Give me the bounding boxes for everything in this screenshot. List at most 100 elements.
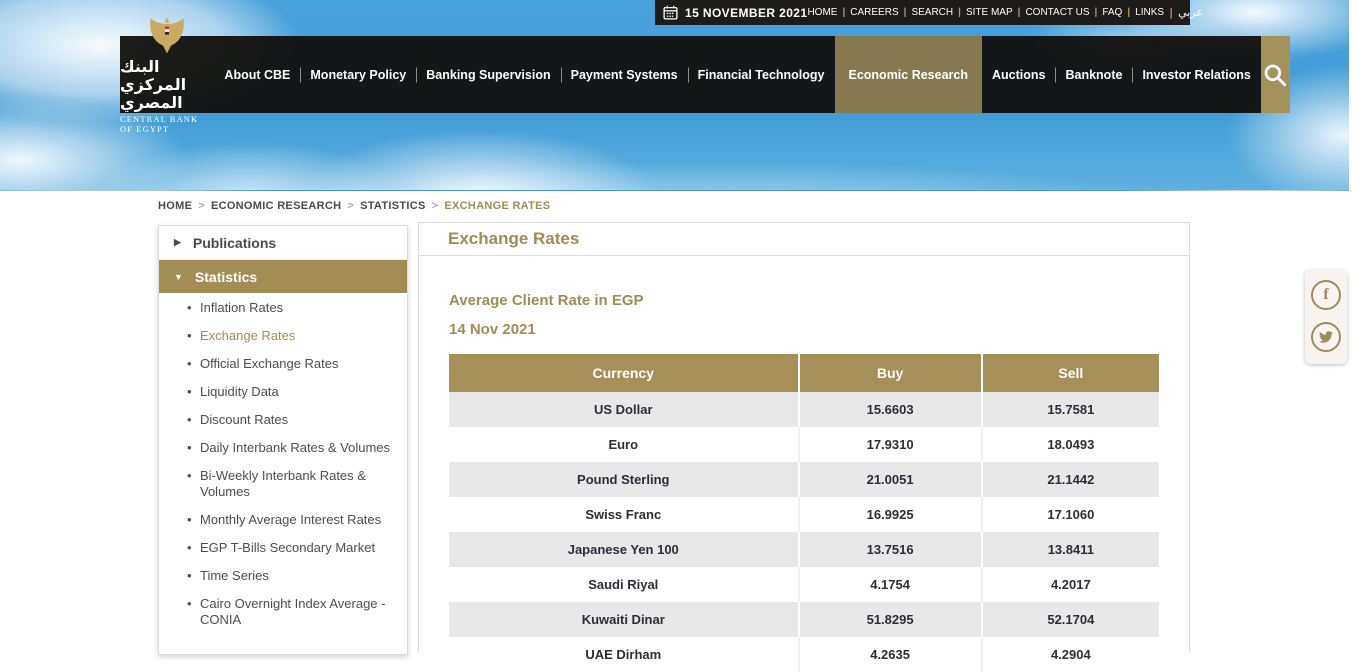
nav-menu-item[interactable]: Banking Supervision [416, 36, 560, 113]
sidebar-menu: ▶ Publications ▼ Statistics Inflation Ra… [158, 225, 408, 655]
calendar-icon [663, 5, 678, 20]
rates-date: 14 Nov 2021 [449, 321, 1159, 338]
main-navigation-bar: البنك المركزي المصري CENTRAL BANK OF EGY… [120, 36, 1290, 113]
buy-cell: 21.0051 [799, 462, 982, 497]
buy-cell: 17.9310 [799, 427, 982, 462]
utility-topbar: 15 NOVEMBER 2021 HOMECAREERSSEARCHSITE M… [655, 0, 1190, 25]
table-row: Pound Sterling 21.0051 21.1442 [449, 462, 1159, 497]
sell-cell: 4.2904 [982, 637, 1159, 672]
sidebar-link[interactable]: Monthly Average Interest Rates [187, 512, 397, 528]
main-body: Average Client Rate in EGP 14 Nov 2021 C… [419, 256, 1189, 672]
buy-cell: 16.9925 [799, 497, 982, 532]
nav-menu-item[interactable]: Banknote [1055, 36, 1132, 113]
breadcrumb-item[interactable]: EXCHANGE RATES [426, 200, 551, 212]
facebook-button[interactable]: f [1311, 280, 1341, 310]
nav-menu: About CBEMonetary PolicyBanking Supervis… [214, 36, 1260, 113]
sidebar-link[interactable]: Daily Interbank Rates & Volumes [187, 440, 397, 456]
breadcrumb-item[interactable]: HOME [158, 200, 192, 212]
sidebar-link[interactable]: Official Exchange Rates [187, 356, 397, 372]
sidebar-links: Inflation Rates Exchange Rates Official Ex… [159, 300, 407, 654]
sell-cell: 17.1060 [982, 497, 1159, 532]
search-button[interactable] [1261, 36, 1290, 113]
sell-cell: 18.0493 [982, 427, 1159, 462]
buy-cell: 4.2635 [799, 637, 982, 672]
search-icon [1262, 62, 1288, 88]
table-row: Kuwaiti Dinar 51.8295 52.1704 [449, 602, 1159, 637]
buy-cell: 13.7516 [799, 532, 982, 567]
sidebar-link[interactable]: Liquidity Data [187, 384, 397, 400]
nav-menu-item[interactable]: Payment Systems [561, 36, 688, 113]
social-share-panel: f [1305, 270, 1347, 364]
logo-english-text: CENTRAL BANK OF EGYPT [120, 114, 214, 134]
currency-cell: Swiss Franc [449, 497, 799, 532]
sidebar-section-statistics[interactable]: ▼ Statistics [159, 260, 407, 293]
buy-cell: 4.1754 [799, 567, 982, 602]
sell-cell: 13.8411 [982, 532, 1159, 567]
sidebar-link[interactable]: Time Series [187, 568, 397, 584]
utility-link[interactable]: LINKS [1122, 7, 1164, 18]
nav-menu-item[interactable]: About CBE [214, 36, 300, 113]
rates-subtitle: Average Client Rate in EGP [449, 292, 1159, 309]
utility-link[interactable]: CAREERS [837, 7, 898, 18]
nav-menu-item[interactable]: Financial Technology [688, 36, 835, 113]
nav-menu-item[interactable]: Investor Relations [1132, 36, 1260, 113]
utility-link[interactable]: SEARCH [899, 7, 954, 18]
table-row: Swiss Franc 16.9925 17.1060 [449, 497, 1159, 532]
cbe-logo[interactable]: البنك المركزي المصري CENTRAL BANK OF EGY… [120, 36, 214, 113]
cbe-eagle-icon [148, 17, 186, 57]
sidebar-section-publications[interactable]: ▶ Publications [159, 226, 407, 260]
sell-cell: 4.2017 [982, 567, 1159, 602]
sidebar-link[interactable]: Exchange Rates [187, 328, 397, 344]
table-row: Japanese Yen 100 13.7516 13.8411 [449, 532, 1159, 567]
chevron-right-icon: ▶ [174, 237, 181, 248]
currency-cell: Kuwaiti Dinar [449, 602, 799, 637]
sidebar-link[interactable]: Discount Rates [187, 412, 397, 428]
sidebar-section-label: Publications [193, 235, 276, 251]
currency-cell: Saudi Riyal [449, 567, 799, 602]
utility-link[interactable]: FAQ [1090, 7, 1123, 18]
exchange-rates-table: CurrencyBuySell US Dollar 15.6603 15.758… [449, 354, 1159, 672]
twitter-icon [1319, 330, 1333, 344]
sell-cell: 15.7581 [982, 392, 1159, 427]
utility-links: HOMECAREERSSEARCHSITE MAPCONTACT USFAQLI… [807, 6, 1203, 19]
buy-cell: 15.6603 [799, 392, 982, 427]
chevron-down-icon: ▼ [174, 272, 183, 282]
table-row: Euro 17.9310 18.0493 [449, 427, 1159, 462]
sell-cell: 21.1442 [982, 462, 1159, 497]
table-header-cell: Sell [982, 354, 1159, 392]
table-row: US Dollar 15.6603 15.7581 [449, 392, 1159, 427]
sidebar-link[interactable]: Bi-Weekly Interbank Rates & Volumes [187, 468, 397, 500]
currency-cell: Euro [449, 427, 799, 462]
currency-cell: US Dollar [449, 392, 799, 427]
nav-menu-item[interactable]: Auctions [982, 36, 1055, 113]
breadcrumb-item[interactable]: ECONOMIC RESEARCH [192, 200, 341, 212]
facebook-icon: f [1323, 287, 1328, 303]
twitter-button[interactable] [1311, 322, 1341, 352]
currency-cell: Pound Sterling [449, 462, 799, 497]
utility-link[interactable]: CONTACT US [1013, 7, 1090, 18]
breadcrumb-item[interactable]: STATISTICS [341, 200, 425, 212]
table-row: UAE Dirham 4.2635 4.2904 [449, 637, 1159, 672]
utility-link[interactable]: SITE MAP [953, 7, 1013, 18]
sidebar-link[interactable]: EGP T-Bills Secondary Market [187, 540, 397, 556]
sell-cell: 52.1704 [982, 602, 1159, 637]
sidebar-link[interactable]: Inflation Rates [187, 300, 397, 316]
table-header-cell: Currency [449, 354, 799, 392]
logo-arabic-text: البنك المركزي المصري [120, 58, 214, 112]
buy-cell: 51.8295 [799, 602, 982, 637]
table-header-cell: Buy [799, 354, 982, 392]
table-header-row: CurrencyBuySell [449, 354, 1159, 392]
sidebar-link[interactable]: Cairo Overnight Index Average - CONIA [187, 596, 397, 628]
date-display: 15 NOVEMBER 2021 [663, 5, 807, 20]
utility-link[interactable]: عربي [1164, 6, 1203, 19]
page-title: Exchange Rates [419, 223, 1189, 256]
nav-menu-item[interactable]: Monetary Policy [300, 36, 416, 113]
breadcrumb: HOMEECONOMIC RESEARCHSTATISTICSEXCHANGE … [158, 200, 550, 212]
utility-link[interactable]: HOME [807, 7, 837, 18]
table-body: US Dollar 15.6603 15.7581 Euro 17.9310 1… [449, 392, 1159, 672]
sidebar-section-label: Statistics [195, 269, 257, 285]
nav-menu-item[interactable]: Economic Research [835, 36, 983, 113]
main-content-panel: Exchange Rates Average Client Rate in EG… [418, 222, 1190, 652]
table-row: Saudi Riyal 4.1754 4.2017 [449, 567, 1159, 602]
currency-cell: UAE Dirham [449, 637, 799, 672]
